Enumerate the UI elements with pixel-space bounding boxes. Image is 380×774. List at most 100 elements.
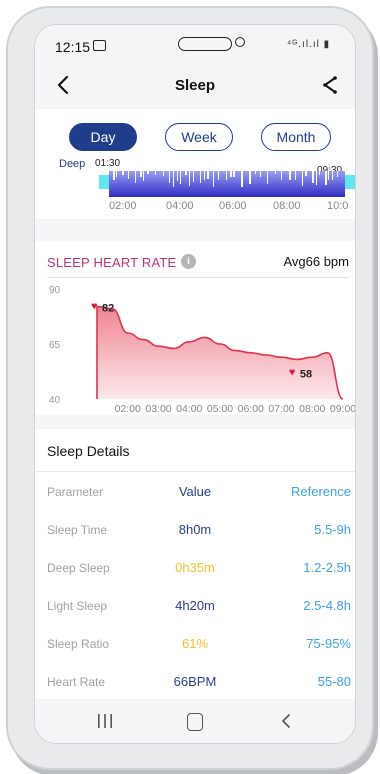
hyp-axis-label: 02:00 [109, 200, 137, 212]
details-row-sleep-time: Sleep Time 8h0m 5.5-9h [35, 515, 355, 545]
stage-notch [122, 171, 124, 175]
row-reference: 2.5-4.8h [303, 598, 351, 613]
row-value: 4h20m [175, 598, 215, 613]
x-tick-label: 05:00 [207, 403, 233, 415]
stage-notch [193, 171, 194, 182]
row-reference: 55-80 [317, 674, 351, 689]
stage-notch [332, 171, 333, 180]
details-header-row: Parameter Value Reference [35, 477, 355, 507]
app-header: Sleep [35, 65, 355, 107]
stage-notch [143, 171, 144, 181]
column-header-reference: Reference [291, 484, 351, 499]
status-time: 12:15 [55, 39, 91, 55]
min-heart-rate-label: 58 [300, 368, 312, 380]
stage-notch [218, 171, 219, 180]
stage-notch [289, 171, 291, 180]
sleep-stage-card: Day Week Month Deep 01:30 09:30 02:00 04… [35, 109, 355, 219]
stage-notch [316, 171, 317, 185]
heart-rate-area [97, 306, 343, 399]
heart-marker-icon: ♥ [289, 366, 296, 378]
stage-notch [113, 171, 115, 180]
details-row-sleep-ratio: Sleep Ratio 61% 75-95% [35, 629, 355, 659]
tab-month[interactable]: Month [261, 123, 331, 151]
stage-notch [337, 171, 338, 177]
awake-segment [345, 175, 355, 189]
stage-notch [295, 171, 296, 180]
x-tick-label: 04:00 [176, 403, 202, 415]
column-header-parameter: Parameter [47, 485, 104, 499]
home-icon[interactable] [187, 713, 203, 731]
row-value: 61% [181, 636, 209, 651]
stage-notch [135, 171, 136, 183]
sleep-stage-chart [99, 171, 355, 197]
signal-battery-icon: ⁴ᴳ.ıl.ıl ▮ [287, 39, 331, 50]
stage-notch [325, 171, 327, 185]
stage-notch [173, 171, 174, 187]
stage-notch [267, 171, 268, 184]
nav-back-icon[interactable] [279, 712, 293, 730]
heart-rate-average: Avg66 bpm [283, 254, 349, 269]
x-tick-label: 09:00 [330, 403, 355, 415]
row-parameter: Heart Rate [47, 675, 106, 689]
front-camera-icon [235, 37, 245, 47]
sleep-details-title: Sleep Details [47, 443, 130, 459]
stage-notch [233, 171, 235, 177]
hyp-axis-label: 08:00 [273, 200, 301, 212]
row-reference: 5.5-9h [314, 522, 351, 537]
stage-notch [204, 171, 205, 180]
x-tick-label: 03:00 [145, 403, 171, 415]
row-value: 0h35m [175, 560, 215, 575]
stage-notch [275, 171, 276, 174]
status-bar: 12:15 ⁴ᴳ.ıl.ıl ▮ [35, 25, 355, 65]
heart-rate-chart: 40 65 90 ♥ 82 ♥ 58 02:00 03:00 04:00 05:00 06:00 07:… [49, 285, 355, 415]
stage-notch [180, 171, 181, 184]
recent-apps-icon[interactable] [95, 713, 115, 729]
hyp-axis-label: 10:0 [327, 200, 349, 212]
row-parameter: Light Sleep [47, 599, 108, 613]
info-icon[interactable]: i [181, 254, 196, 269]
phone-screen: 12:15 ⁴ᴳ.ıl.ıl ▮ Sleep Day Week Month De… [34, 24, 356, 744]
row-parameter: Sleep Time [47, 523, 108, 537]
stage-notch [163, 171, 164, 176]
divider [35, 471, 355, 472]
stage-label: Deep [59, 158, 86, 170]
hyp-axis-label: 06:00 [219, 200, 247, 212]
column-header-value: Value [178, 484, 212, 499]
x-tick-label: 08:00 [299, 403, 325, 415]
heart-rate-title: SLEEP HEART RATE [47, 255, 177, 270]
stage-notch [177, 171, 178, 181]
share-icon[interactable] [319, 73, 341, 97]
sleep-details-card: Sleep Details Parameter Value Reference … [35, 429, 355, 699]
row-parameter: Deep Sleep [47, 561, 110, 575]
stage-notch [302, 171, 303, 186]
details-row-heart-rate: Heart Rate 66BPM 55-80 [35, 667, 355, 697]
stage-notch [241, 171, 243, 187]
page-title: Sleep [174, 77, 216, 94]
x-tick-label: 07:00 [268, 403, 294, 415]
x-tick-label: 06:00 [238, 403, 264, 415]
stage-notch [255, 171, 256, 174]
stage-notch [155, 171, 156, 175]
image-notification-icon [93, 40, 106, 51]
stage-notch [249, 171, 251, 184]
stage-notch [189, 171, 190, 186]
stage-notch [147, 171, 149, 174]
hyp-axis-label: 04:00 [166, 200, 194, 212]
details-row-light-sleep: Light Sleep 4h20m 2.5-4.8h [35, 591, 355, 621]
stage-notch [328, 171, 329, 180]
tab-week[interactable]: Week [165, 123, 233, 151]
divider [47, 277, 349, 278]
tab-day[interactable]: Day [69, 123, 137, 151]
row-reference: 75-95% [306, 636, 351, 651]
stage-notch [140, 171, 142, 177]
stage-notch [226, 171, 227, 180]
y-tick-label: 65 [49, 340, 61, 351]
sleep-start-time: 01:30 [95, 158, 121, 169]
stage-notch [312, 171, 314, 183]
row-reference: 1.2-2.5h [303, 560, 351, 575]
row-value: 8h0m [178, 522, 212, 537]
stage-notch [213, 171, 214, 187]
stage-notch [207, 171, 209, 179]
stage-notch [128, 171, 129, 179]
y-tick-label: 90 [49, 285, 61, 296]
